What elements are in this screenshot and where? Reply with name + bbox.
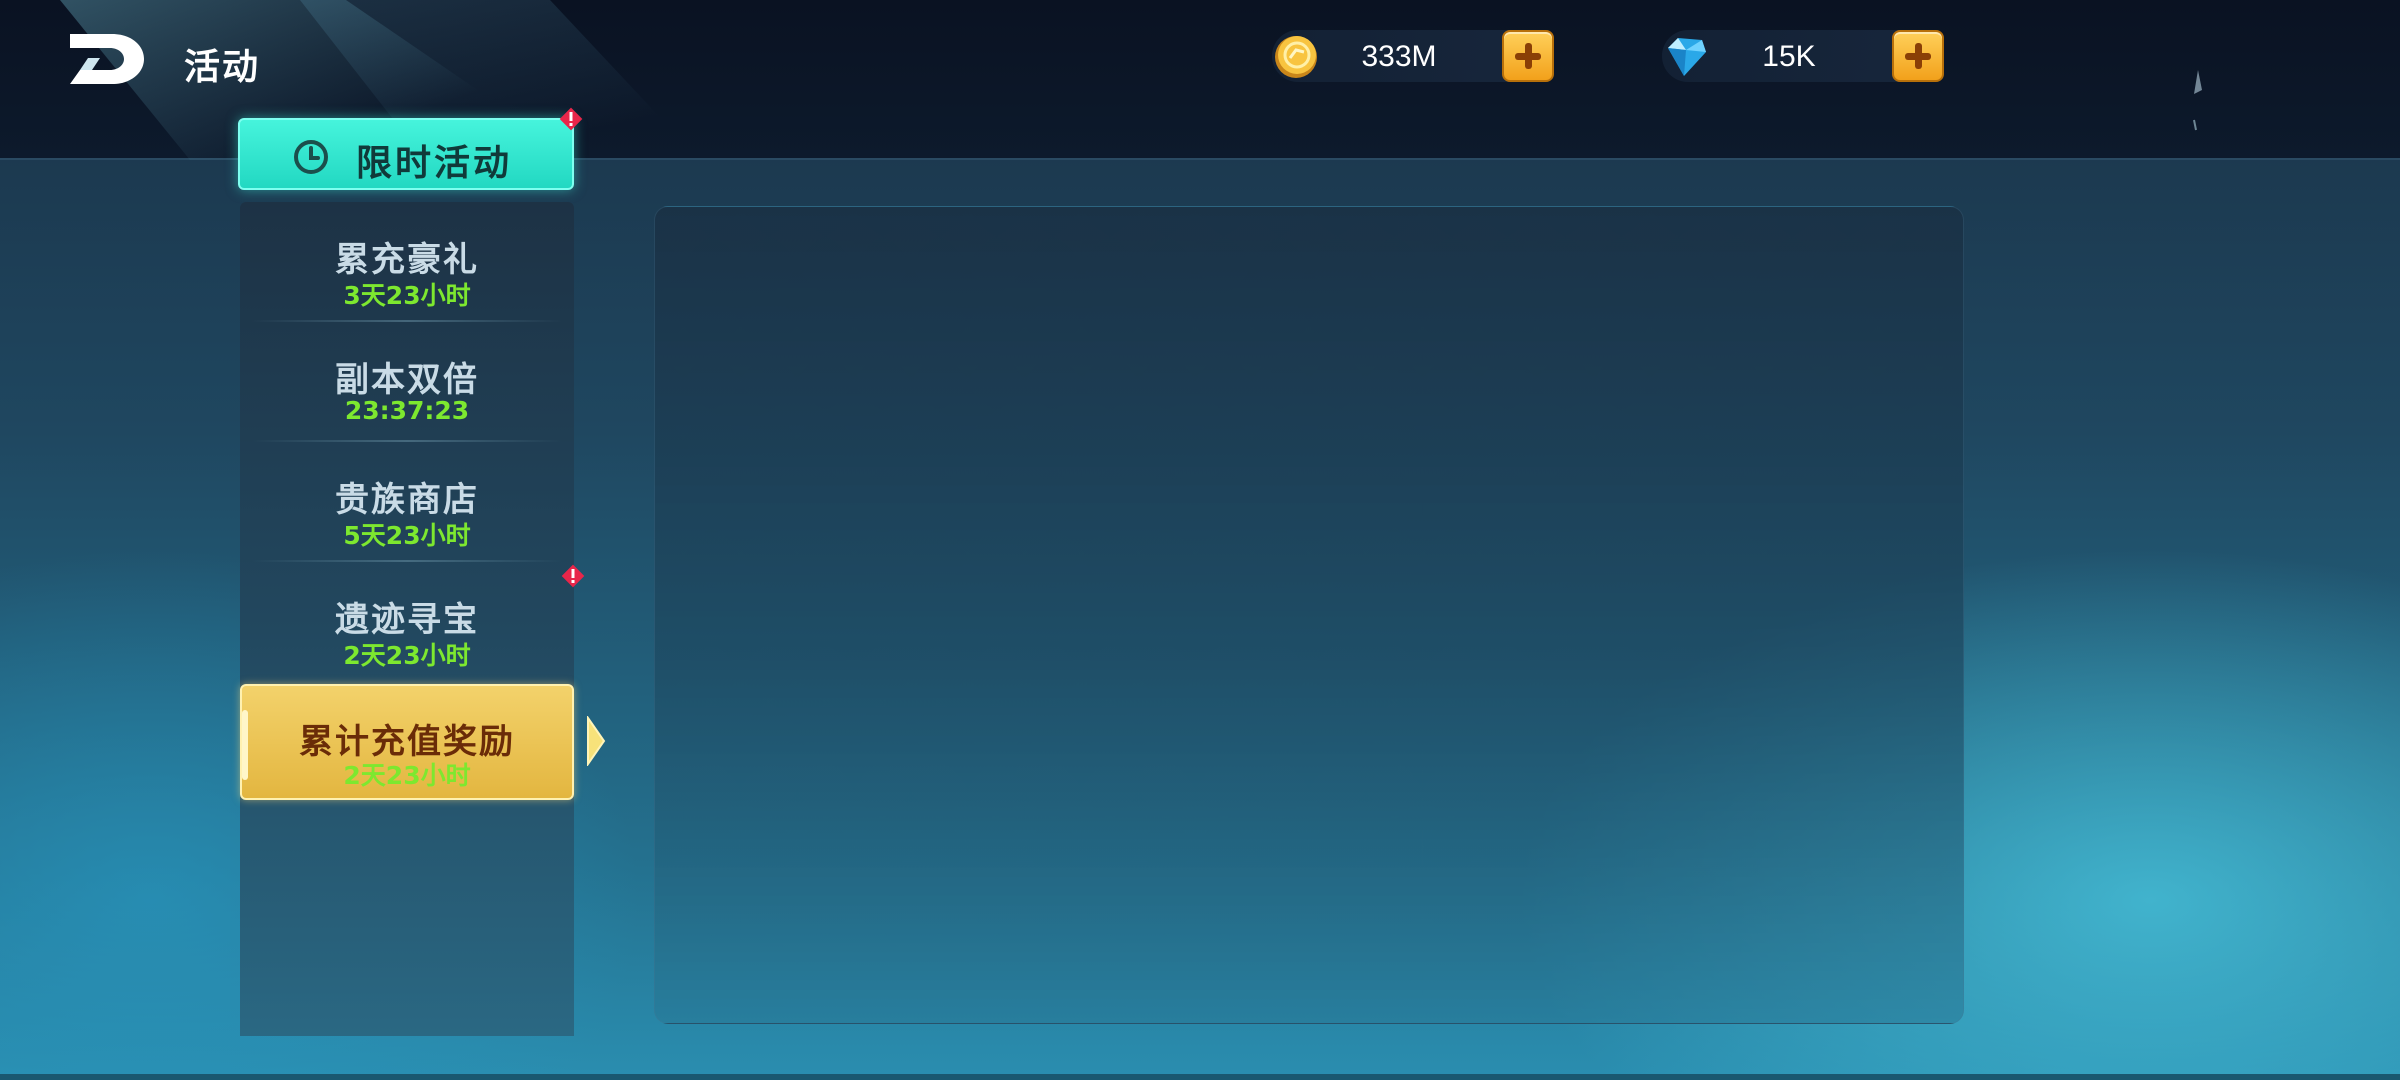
diamond-amount: 15K (1762, 40, 1816, 73)
activity-timer: 5天23小时 (343, 521, 471, 550)
list-item[interactable]: 遗迹寻宝 2天23小时 (240, 562, 574, 682)
list-item-selected[interactable]: 累计充值奖励 2天23小时 (240, 684, 574, 800)
activity-timer: 23:37:23 (344, 396, 470, 425)
diamond-icon (1668, 38, 1706, 76)
gold-coin-icon (1275, 36, 1317, 78)
activity-timer: 3天23小时 (343, 281, 471, 310)
gold-amount: 333M (1361, 40, 1437, 73)
tab-label: 限时活动 (356, 143, 513, 184)
activity-name: 贵族商店 (335, 480, 479, 520)
add-diamond-button[interactable] (1892, 30, 1944, 82)
page-title: 活动 (184, 47, 261, 88)
diamond-currency: 15K (1662, 30, 1944, 82)
activity-list: 累充豪礼 3天23小时 副本双倍 23:37:23 贵族商店 5天23小时 遗迹… (240, 202, 574, 1036)
gold-currency: 333M (1272, 30, 1554, 82)
back-logo-icon[interactable] (66, 30, 146, 88)
activity-name: 副本双倍 (335, 360, 479, 400)
alert-badge-icon (561, 564, 585, 588)
activity-timer: 2天23小时 (343, 641, 471, 670)
activity-name: 遗迹寻宝 (335, 600, 479, 640)
list-item[interactable]: 贵族商店 5天23小时 (240, 442, 574, 562)
bottom-edge (0, 1074, 2400, 1080)
sparkle-decoration-icon (2193, 70, 2202, 131)
list-item[interactable]: 副本双倍 23:37:23 (240, 322, 574, 442)
tab-limited-activities[interactable]: 限时活动 (238, 118, 574, 190)
activity-timer: 2天23小时 (343, 761, 471, 790)
add-gold-button[interactable] (1502, 30, 1554, 82)
selection-arrow-icon (587, 716, 606, 766)
list-item[interactable]: 累充豪礼 3天23小时 (240, 202, 574, 322)
activity-content-panel (654, 206, 1964, 1024)
clock-icon (294, 140, 328, 174)
alert-badge-icon (559, 107, 583, 131)
activity-name: 累充豪礼 (335, 240, 479, 280)
